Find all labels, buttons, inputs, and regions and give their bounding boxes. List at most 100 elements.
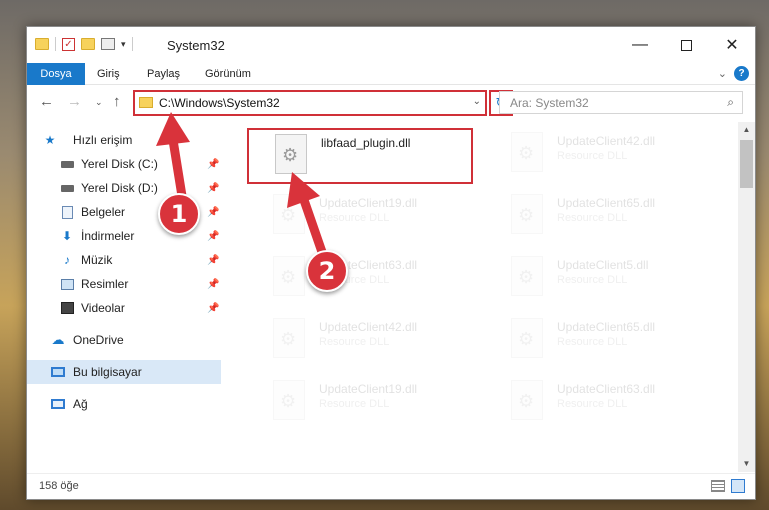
tab-view[interactable]: Görünüm [205, 63, 251, 85]
new-folder-icon[interactable] [81, 38, 95, 50]
recent-locations-button[interactable]: ⌄ [95, 97, 103, 108]
pin-icon[interactable]: 📌 [207, 207, 219, 218]
sidebar-item-onedrive[interactable]: ☁ OneDrive [27, 328, 221, 352]
file-name: UpdateClient19.dll [319, 382, 418, 396]
close-button[interactable]: ✕ [709, 27, 755, 63]
network-icon [51, 397, 65, 411]
chevron-down-icon[interactable]: ▾ [121, 39, 126, 50]
file-item[interactable]: UpdateClient42.dll Resource DLL [247, 314, 473, 370]
close-icon: ✕ [725, 37, 739, 54]
file-type: Resource DLL [557, 398, 628, 410]
file-item[interactable]: UpdateClient63.dll Resource DLL [247, 252, 473, 308]
file-type: Resource DLL [319, 398, 390, 410]
sidebar-item-quick-access[interactable]: ★ Hızlı erişim [27, 128, 221, 152]
pin-icon[interactable]: 📌 [207, 159, 219, 170]
drive-icon [60, 157, 74, 171]
tab-file[interactable]: Dosya [27, 63, 85, 85]
tab-share[interactable]: Paylaş [147, 63, 180, 85]
scroll-up-icon[interactable]: ▲ [738, 122, 755, 138]
file-item[interactable]: UpdateClient63.dll Resource DLL [485, 376, 711, 432]
sidebar-item-label: Yerel Disk (D:) [81, 181, 158, 195]
dll-file-icon [275, 134, 307, 174]
file-item-libfaad[interactable]: libfaad_plugin.dll [247, 128, 473, 184]
expand-ribbon-icon[interactable]: ⌄ [718, 67, 727, 80]
search-box[interactable]: Ara: System32 ⌕ [499, 91, 743, 114]
scroll-down-icon[interactable]: ▼ [738, 456, 755, 472]
file-type: Resource DLL [319, 336, 390, 348]
back-button[interactable]: ← [39, 93, 54, 110]
file-item[interactable]: UpdateClient19.dll Resource DLL [247, 376, 473, 432]
step-badge-2: 2 [306, 250, 348, 292]
file-item[interactable]: UpdateClient5.dll Resource DLL [485, 252, 711, 308]
tiles-view-icon[interactable] [731, 479, 745, 493]
sidebar-item-label: Ağ [73, 397, 88, 411]
file-name: UpdateClient42.dll [557, 134, 656, 148]
dll-file-icon [273, 256, 305, 296]
computer-icon [51, 365, 65, 379]
sidebar-item-music[interactable]: ♪ Müzik 📌 [27, 248, 221, 272]
file-type: Resource DLL [557, 336, 628, 348]
pin-icon[interactable]: 📌 [207, 279, 219, 290]
pin-icon[interactable]: 📌 [207, 183, 219, 194]
dll-file-icon [273, 194, 305, 234]
folder-icon [139, 97, 153, 108]
vertical-scrollbar[interactable]: ▲ ▼ [738, 122, 755, 472]
sidebar-item-label: OneDrive [73, 333, 124, 347]
pin-icon[interactable]: 📌 [207, 255, 219, 266]
pin-icon[interactable]: 📌 [207, 231, 219, 242]
address-bar[interactable]: C:\Windows\System32 ⌄ [133, 90, 487, 116]
sidebar-item-local-disk-d[interactable]: Yerel Disk (D:) 📌 [27, 176, 221, 200]
folder-icon[interactable] [35, 38, 49, 50]
up-button[interactable]: ↑ [113, 93, 121, 110]
star-icon: ★ [44, 133, 56, 147]
properties-check-icon[interactable]: ✓ [62, 37, 75, 51]
status-bar: 158 öğe [27, 473, 755, 499]
toolbar-divider [131, 37, 133, 51]
maximize-button[interactable] [663, 27, 709, 63]
sidebar-item-network[interactable]: Ağ [27, 392, 221, 416]
sidebar-item-label: Hızlı erişim [73, 133, 133, 147]
dll-file-icon [511, 132, 543, 172]
dll-file-icon [511, 318, 543, 358]
sidebar-item-pictures[interactable]: Resimler 📌 [27, 272, 221, 296]
pin-icon[interactable]: 📌 [207, 303, 219, 314]
navigation-bar: ← → ⌄ ↑ C:\Windows\System32 ⌄ ↻ Ara: Sys… [27, 86, 755, 120]
pictures-icon [60, 277, 74, 291]
file-name: libfaad_plugin.dll [321, 136, 411, 150]
videos-icon [60, 301, 74, 315]
file-name: UpdateClient19.dll [319, 196, 418, 210]
search-input[interactable]: Ara: System32 [510, 96, 589, 110]
file-item[interactable]: UpdateClient65.dll Resource DLL [485, 190, 711, 246]
help-icon[interactable]: ? [734, 66, 749, 81]
dll-file-icon [273, 380, 305, 420]
file-explorer-window: ✓ ▾ System32 — ✕ Dosya Giriş Paylaş Görü… [26, 26, 756, 500]
dll-file-icon [511, 256, 543, 296]
file-name: UpdateClient63.dll [557, 382, 656, 396]
minimize-button[interactable]: — [617, 27, 663, 63]
quick-access-toolbar: ✓ ▾ [35, 37, 133, 51]
navigation-pane: ★ Hızlı erişim Yerel Disk (C:) 📌 Yerel D… [27, 122, 221, 462]
toolbar-divider [55, 37, 56, 51]
scroll-thumb[interactable] [740, 140, 753, 188]
customize-icon[interactable] [101, 38, 115, 50]
file-item[interactable]: UpdateClient42.dll Resource DLL [485, 128, 711, 184]
sidebar-item-this-pc[interactable]: Bu bilgisayar [27, 360, 221, 384]
search-icon: ⌕ [727, 95, 734, 109]
cloud-icon: ☁ [51, 332, 65, 347]
sidebar-item-local-disk-c[interactable]: Yerel Disk (C:) 📌 [27, 152, 221, 176]
file-type: Resource DLL [319, 212, 390, 224]
details-view-icon[interactable] [711, 480, 725, 492]
chevron-down-icon[interactable]: ⌄ [473, 96, 481, 107]
file-item[interactable]: UpdateClient65.dll Resource DLL [485, 314, 711, 370]
file-item[interactable]: UpdateClient19.dll Resource DLL [247, 190, 473, 246]
file-list: libfaad_plugin.dll UpdateClient42.dll Re… [223, 122, 737, 472]
file-name: UpdateClient5.dll [557, 258, 649, 272]
maximize-icon [680, 39, 692, 51]
sidebar-item-label: Resimler [81, 277, 129, 291]
sidebar-item-label: Bu bilgisayar [73, 365, 142, 379]
dll-file-icon [273, 318, 305, 358]
dll-file-icon [511, 194, 543, 234]
forward-button[interactable]: → [67, 93, 82, 110]
sidebar-item-videos[interactable]: Videolar 📌 [27, 296, 221, 320]
tab-home[interactable]: Giriş [97, 63, 120, 85]
